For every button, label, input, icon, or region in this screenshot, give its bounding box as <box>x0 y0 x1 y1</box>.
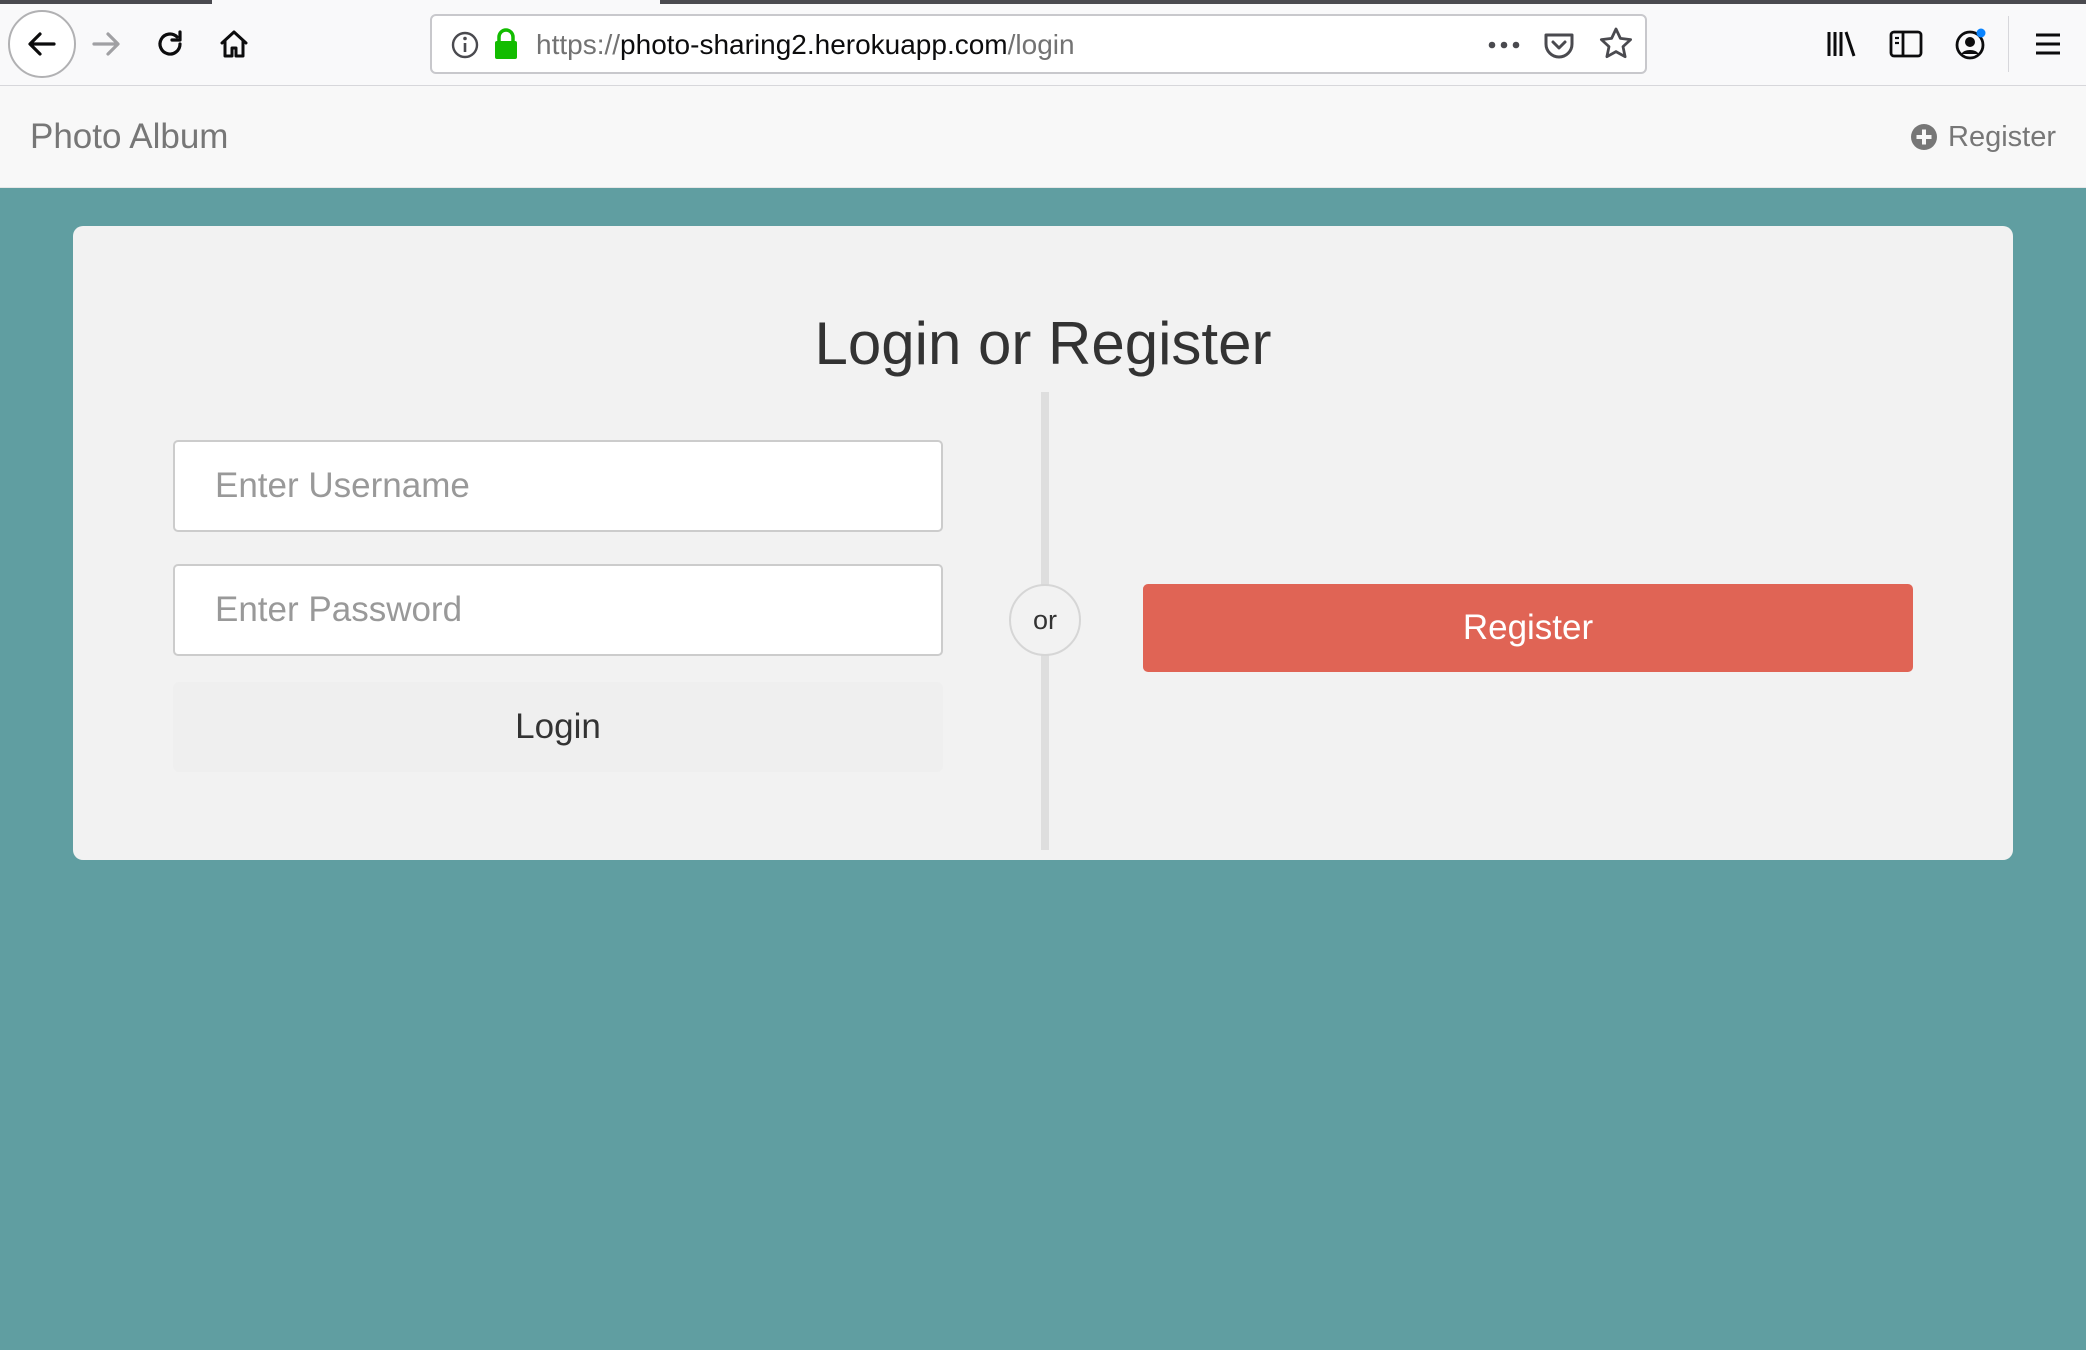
nav-register-link[interactable]: Register <box>1910 118 2056 156</box>
hamburger-menu-icon[interactable] <box>2028 24 2068 64</box>
brand-link[interactable]: Photo Album <box>30 116 228 158</box>
home-icon <box>220 30 248 58</box>
browser-toolbar: https://photo-sharing2.herokuapp.com/log… <box>0 0 2086 86</box>
pocket-icon[interactable] <box>1542 28 1576 62</box>
nav-register-label: Register <box>1948 121 2056 153</box>
reload-icon <box>158 30 182 56</box>
password-field[interactable] <box>173 564 943 656</box>
back-button[interactable] <box>8 10 76 78</box>
register-button[interactable]: Register <box>1143 584 1913 672</box>
bookmark-star-icon[interactable] <box>1598 26 1634 62</box>
username-input[interactable] <box>175 442 941 530</box>
sidebar-icon[interactable] <box>1886 24 1926 64</box>
reload-button[interactable] <box>138 12 202 76</box>
forward-arrow-icon <box>92 32 120 56</box>
info-icon[interactable] <box>450 30 480 60</box>
username-field[interactable] <box>173 440 943 532</box>
password-input[interactable] <box>175 566 941 654</box>
tab-strip-edge <box>0 0 212 4</box>
url-path: /login <box>1007 29 1075 60</box>
more-actions-icon[interactable] <box>1484 28 1524 62</box>
plus-circle-icon <box>1911 124 1937 150</box>
toolbar-separator <box>2008 16 2009 72</box>
login-button[interactable]: Login <box>173 682 943 772</box>
tab-strip-edge <box>660 0 2086 4</box>
back-arrow-icon <box>28 32 56 56</box>
login-register-card: Login or Register Login or Register <box>73 226 2013 860</box>
library-icon[interactable] <box>1822 24 1862 64</box>
url-text[interactable]: https://photo-sharing2.herokuapp.com/log… <box>536 28 1075 62</box>
page-title: Login or Register <box>814 310 1272 377</box>
url-host: photo-sharing2.herokuapp.com <box>620 29 1008 60</box>
or-badge: or <box>1009 584 1081 656</box>
lock-icon[interactable] <box>492 28 520 60</box>
url-scheme: https:// <box>536 29 621 60</box>
home-button[interactable] <box>202 12 266 76</box>
url-bar[interactable]: https://photo-sharing2.herokuapp.com/log… <box>430 14 1647 74</box>
forward-button[interactable] <box>74 12 138 76</box>
site-navbar: Photo Album Register <box>0 86 2086 188</box>
account-icon[interactable] <box>1950 24 1990 64</box>
